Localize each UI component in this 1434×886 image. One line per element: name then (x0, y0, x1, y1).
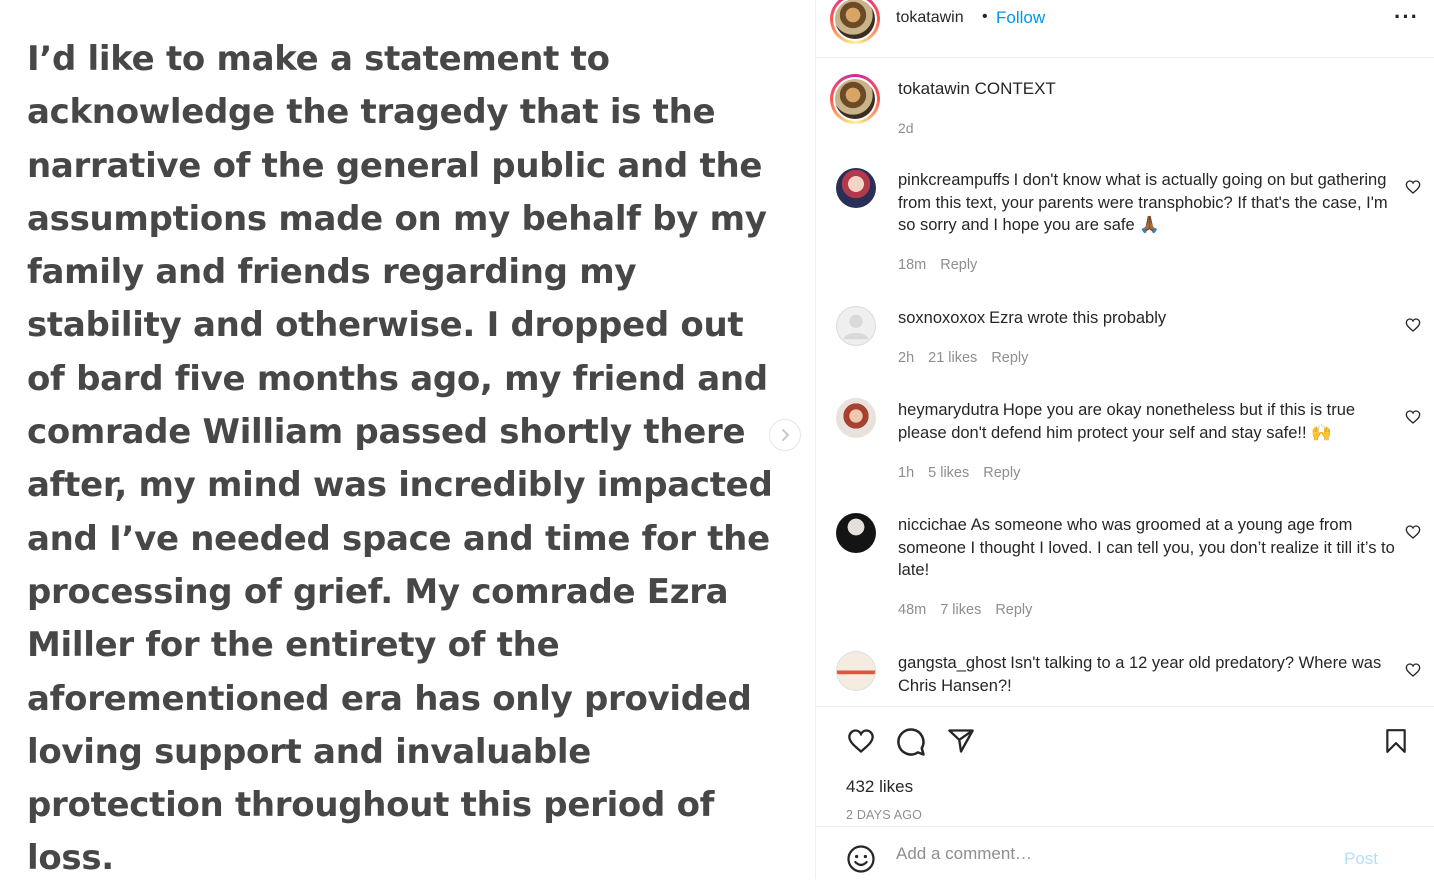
comment-body: soxnoxoxox Ezra wrote this probably (898, 307, 1398, 330)
commenter-avatar[interactable] (836, 398, 876, 438)
comment-text: As someone who was groomed at a young ag… (898, 516, 1395, 579)
post-sidebar: tokatawin • Follow ··· tokatawin CONTEXT… (815, 0, 1434, 879)
comment-username[interactable]: pinkcreampuffs (898, 171, 1010, 189)
comment-username[interactable]: heymarydutra (898, 401, 999, 419)
comment-body: gangsta_ghost Isn't talking to a 12 year … (898, 652, 1398, 697)
comment-meta: 1h 5 likes Reply (898, 465, 1034, 481)
comment-body: pinkcreampuffs I don't know what is actua… (898, 169, 1398, 237)
comment-likes[interactable]: 21 likes (928, 350, 977, 366)
comment-meta: 18m Reply (898, 257, 991, 273)
comment-text: Ezra wrote this probably (989, 309, 1167, 327)
follow-button[interactable]: Follow (996, 8, 1045, 28)
comment-username[interactable]: gangsta_ghost (898, 654, 1006, 672)
caption: tokatawin CONTEXT (898, 79, 1056, 99)
commenter-avatar[interactable] (836, 651, 876, 691)
bookmark-icon[interactable] (1383, 727, 1409, 755)
reply-button[interactable]: Reply (991, 350, 1028, 366)
comment-username[interactable]: soxnoxoxox (898, 309, 985, 327)
caption-avatar[interactable] (830, 74, 880, 124)
heart-icon[interactable] (846, 727, 876, 755)
comment-time[interactable]: 18m (898, 257, 926, 273)
next-slide-button[interactable] (769, 419, 801, 451)
post-media: I’d like to make a statement to acknowle… (0, 0, 815, 879)
share-icon[interactable] (946, 727, 976, 755)
reply-button[interactable]: Reply (995, 602, 1032, 618)
comment-icon[interactable] (896, 727, 926, 757)
comment-meta: 2h 21 likes Reply (898, 350, 1042, 366)
likes-count[interactable]: 432 likes (846, 777, 913, 797)
comment-likes[interactable]: 7 likes (940, 602, 981, 618)
header-avatar[interactable] (830, 0, 880, 44)
emoji-icon[interactable] (846, 844, 876, 874)
comment-username[interactable]: niccichae (898, 516, 967, 534)
comment-likes[interactable]: 5 likes (928, 465, 969, 481)
add-comment-bar: Post (816, 826, 1434, 880)
reply-button[interactable]: Reply (983, 465, 1020, 481)
caption-time[interactable]: 2d (898, 120, 914, 136)
like-comment-icon[interactable] (1405, 409, 1421, 425)
like-comment-icon[interactable] (1405, 317, 1421, 333)
comment-time[interactable]: 2h (898, 350, 914, 366)
commenter-avatar[interactable] (836, 306, 876, 346)
more-options-icon[interactable]: ··· (1394, 4, 1419, 30)
commenter-avatar[interactable] (836, 513, 876, 553)
reply-button[interactable]: Reply (940, 257, 977, 273)
header-username[interactable]: tokatawin (896, 9, 964, 27)
post-header: tokatawin • Follow ··· (816, 0, 1434, 58)
chevron-right-icon (782, 429, 789, 441)
default-avatar-icon (843, 314, 869, 340)
like-comment-icon[interactable] (1405, 662, 1421, 678)
post-button[interactable]: Post (1344, 849, 1378, 869)
comment-time[interactable]: 48m (898, 602, 926, 618)
comment-body: niccichae As someone who was groomed at a… (898, 514, 1398, 582)
caption-text: CONTEXT (974, 79, 1056, 98)
comment-time[interactable]: 1h (898, 465, 914, 481)
post-image-text: I’d like to make a statement to acknowle… (27, 39, 773, 879)
caption-username[interactable]: tokatawin (898, 79, 970, 98)
comment-body: heymarydutra Hope you are okay nonetheles… (898, 399, 1398, 444)
post-date[interactable]: 2 DAYS AGO (846, 808, 922, 822)
comment-meta: 48m 7 likes Reply (898, 602, 1046, 618)
comment-input[interactable] (894, 843, 1318, 865)
header-separator: • (982, 8, 988, 25)
like-comment-icon[interactable] (1405, 524, 1421, 540)
like-comment-icon[interactable] (1405, 179, 1421, 195)
commenter-avatar[interactable] (836, 168, 876, 208)
